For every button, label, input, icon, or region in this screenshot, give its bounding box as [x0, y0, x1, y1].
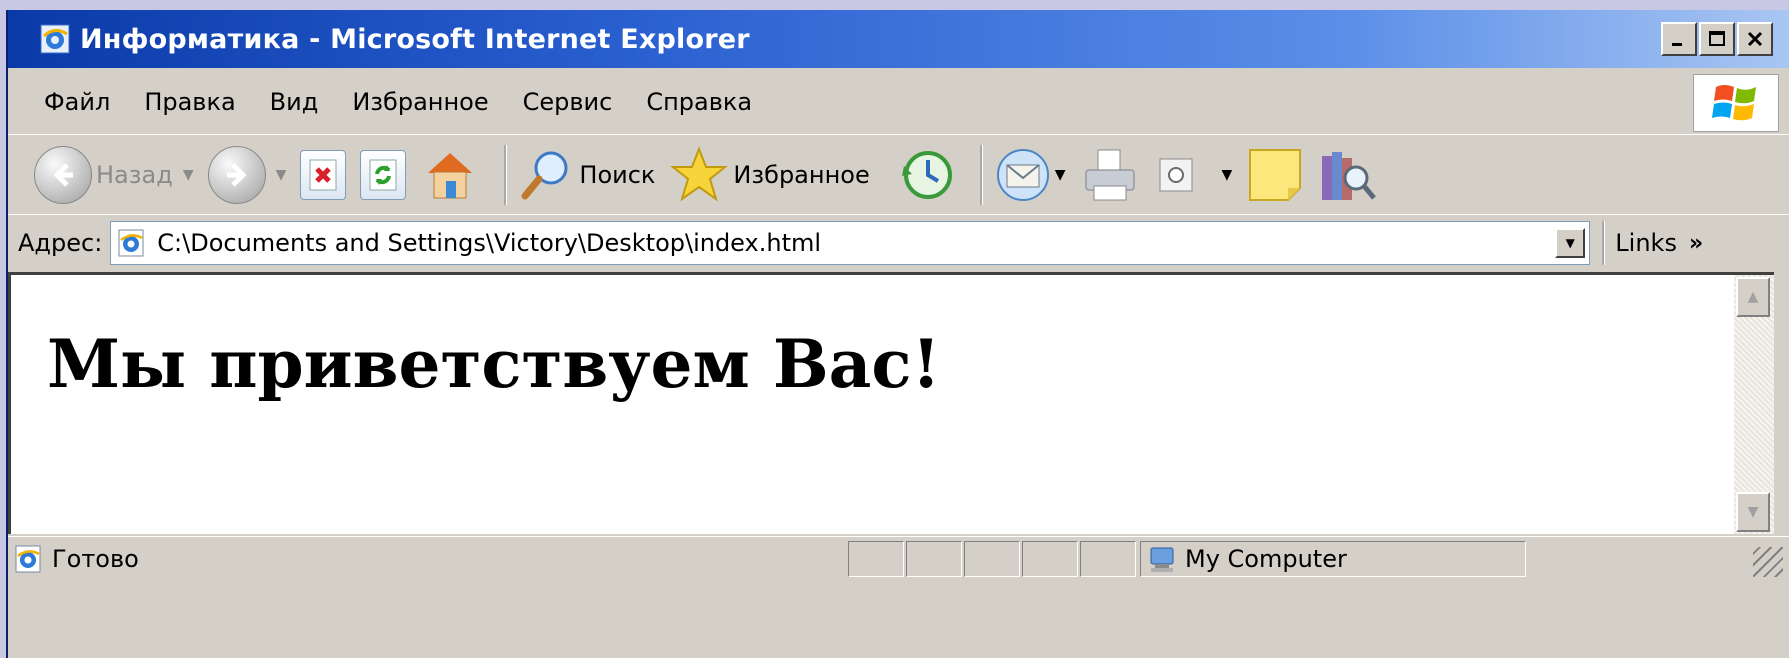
notes-button[interactable]	[1246, 146, 1304, 204]
address-label: Адрес:	[18, 229, 103, 257]
toolbar-separator	[979, 145, 983, 205]
mail-dropdown-icon[interactable]: ▼	[1055, 167, 1066, 183]
status-panel	[848, 541, 904, 577]
chevron-down-icon: ▼	[1565, 236, 1575, 250]
resize-grip[interactable]	[1753, 547, 1783, 577]
home-button[interactable]	[420, 145, 480, 205]
menu-view[interactable]: Вид	[270, 88, 319, 116]
scroll-up-button[interactable]: ▲	[1736, 277, 1770, 317]
menu-bar: Файл Правка Вид Избранное Сервис Справка	[8, 70, 1789, 135]
menu-favorites[interactable]: Избранное	[352, 88, 488, 116]
forward-button[interactable]: ▼	[207, 146, 287, 204]
links-button[interactable]: Links	[1615, 229, 1677, 257]
toolbar-separator	[504, 145, 508, 205]
maximize-button[interactable]	[1699, 22, 1735, 56]
notes-icon	[1249, 149, 1302, 201]
minimize-button[interactable]	[1661, 22, 1697, 56]
refresh-icon	[360, 150, 407, 200]
back-button[interactable]: Назад ▼	[34, 146, 194, 204]
status-text: Готово	[52, 545, 139, 573]
scroll-down-button[interactable]: ▼	[1736, 492, 1770, 532]
print-button[interactable]	[1080, 146, 1140, 204]
research-icon	[1322, 152, 1377, 200]
menu-file[interactable]: Файл	[44, 88, 110, 116]
edit-icon	[1159, 158, 1192, 192]
standard-toolbar: Назад ▼ ▼ Поиск Избранное ▼ ▼	[8, 136, 1789, 215]
links-chevron-icon[interactable]: »	[1689, 231, 1703, 256]
window-controls	[1661, 22, 1773, 56]
browser-window: Информатика - Microsoft Internet Explore…	[6, 10, 1789, 658]
favorites-label: Избранное	[733, 161, 870, 189]
close-icon	[1747, 31, 1763, 47]
vertical-scrollbar[interactable]: ▲ ▼	[1734, 275, 1774, 534]
maximize-icon	[1709, 31, 1725, 46]
refresh-button[interactable]	[360, 150, 407, 200]
back-dropdown-icon[interactable]: ▼	[183, 167, 194, 183]
search-label: Поиск	[579, 161, 656, 189]
ie-logo-icon	[40, 24, 70, 54]
close-button[interactable]	[1737, 22, 1773, 56]
window-title: Информатика - Microsoft Internet Explore…	[80, 23, 750, 55]
favorites-button[interactable]: Избранное	[669, 145, 870, 205]
status-panel	[906, 541, 962, 577]
chevron-up-icon: ▲	[1747, 289, 1759, 305]
menu-edit[interactable]: Правка	[144, 88, 235, 116]
page-content: Мы приветствуем Вас! ▲ ▼	[8, 272, 1774, 534]
address-bar: Адрес: C:\Documents and Settings\Victory…	[8, 216, 1789, 270]
status-panel	[964, 541, 1020, 577]
menu-help[interactable]: Справка	[646, 88, 752, 116]
status-bar: Готово My Computer	[8, 536, 1789, 581]
page-icon	[15, 545, 41, 573]
edit-dropdown-icon[interactable]: ▼	[1222, 167, 1233, 183]
back-arrow-icon	[34, 146, 92, 204]
title-bar[interactable]: Информатика - Microsoft Internet Explore…	[8, 10, 1789, 68]
print-icon	[1085, 149, 1134, 201]
forward-arrow-icon	[207, 146, 266, 204]
status-panels	[848, 541, 1138, 577]
stop-button[interactable]	[300, 150, 347, 200]
stop-icon	[300, 150, 347, 200]
security-zone[interactable]: My Computer	[1140, 541, 1526, 577]
status-panel	[1022, 541, 1078, 577]
minimize-icon	[1672, 43, 1682, 46]
address-value: C:\Documents and Settings\Victory\Deskto…	[157, 229, 822, 257]
mail-icon	[996, 149, 1049, 201]
windows-logo-icon	[1693, 74, 1779, 132]
edit-button[interactable]: ▼	[1154, 153, 1233, 197]
address-dropdown-button[interactable]: ▼	[1555, 228, 1586, 258]
address-input[interactable]: C:\Documents and Settings\Victory\Deskto…	[110, 221, 1591, 265]
home-icon	[428, 153, 473, 199]
menu-tools[interactable]: Сервис	[523, 88, 613, 116]
search-icon	[521, 151, 568, 200]
computer-icon	[1150, 547, 1174, 572]
zone-text: My Computer	[1185, 545, 1347, 573]
forward-dropdown-icon[interactable]: ▼	[276, 167, 287, 183]
page-heading: Мы приветствуем Вас!	[47, 325, 941, 403]
search-button[interactable]: Поиск	[517, 146, 655, 204]
history-icon	[901, 151, 952, 199]
mail-button[interactable]: ▼	[993, 147, 1066, 203]
research-button[interactable]	[1318, 144, 1378, 206]
status-panel	[1080, 541, 1136, 577]
chevron-down-icon: ▼	[1747, 504, 1759, 520]
history-button[interactable]	[898, 146, 956, 204]
page-icon	[118, 229, 144, 257]
back-label: Назад	[96, 161, 173, 189]
links-separator	[1602, 221, 1606, 265]
favorites-star-icon	[670, 146, 729, 202]
